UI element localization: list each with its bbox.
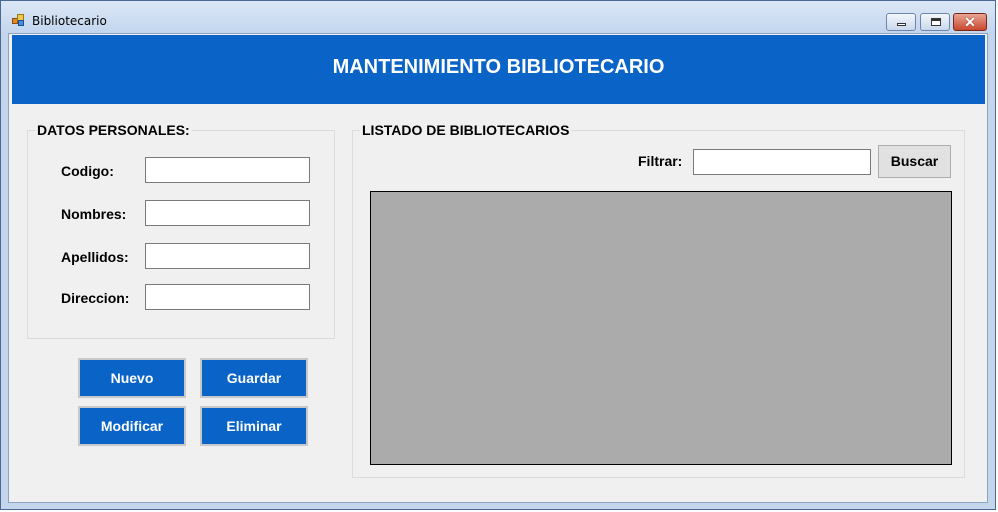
codigo-label: Codigo: [61,163,114,179]
modificar-button[interactable]: Modificar [78,406,186,446]
direccion-input[interactable] [145,284,310,310]
header-banner: MANTENIMIENTO BIBLIOTECARIO [12,35,985,104]
minimize-icon [897,23,906,26]
nuevo-button[interactable]: Nuevo [78,358,186,398]
direccion-label: Direccion: [61,290,130,306]
nombres-input[interactable] [145,200,310,226]
page-title: MANTENIMIENTO BIBLIOTECARIO [332,56,665,78]
close-button[interactable]: ✕ [953,13,987,31]
guardar-button[interactable]: Guardar [200,358,308,398]
window-title: Bibliotecario [32,14,107,28]
minimize-button[interactable] [886,13,916,31]
codigo-input[interactable] [145,157,310,183]
form-app-icon [12,14,25,26]
eliminar-button[interactable]: Eliminar [200,406,308,446]
maximize-icon [931,18,941,26]
listing-title: LISTADO DE BIBLIOTECARIOS [360,122,572,138]
apellidos-label: Apellidos: [61,249,129,265]
buscar-button[interactable]: Buscar [878,145,951,178]
apellidos-input[interactable] [145,243,310,269]
filter-label: Filtrar: [638,153,683,169]
filter-input[interactable] [693,149,871,175]
nombres-label: Nombres: [61,206,127,222]
title-bar[interactable]: Bibliotecario ✕ [1,1,995,33]
librarians-data-grid[interactable] [370,191,952,465]
personal-data-title: DATOS PERSONALES: [35,122,192,138]
maximize-button[interactable] [920,13,950,31]
close-icon: ✕ [964,14,976,30]
